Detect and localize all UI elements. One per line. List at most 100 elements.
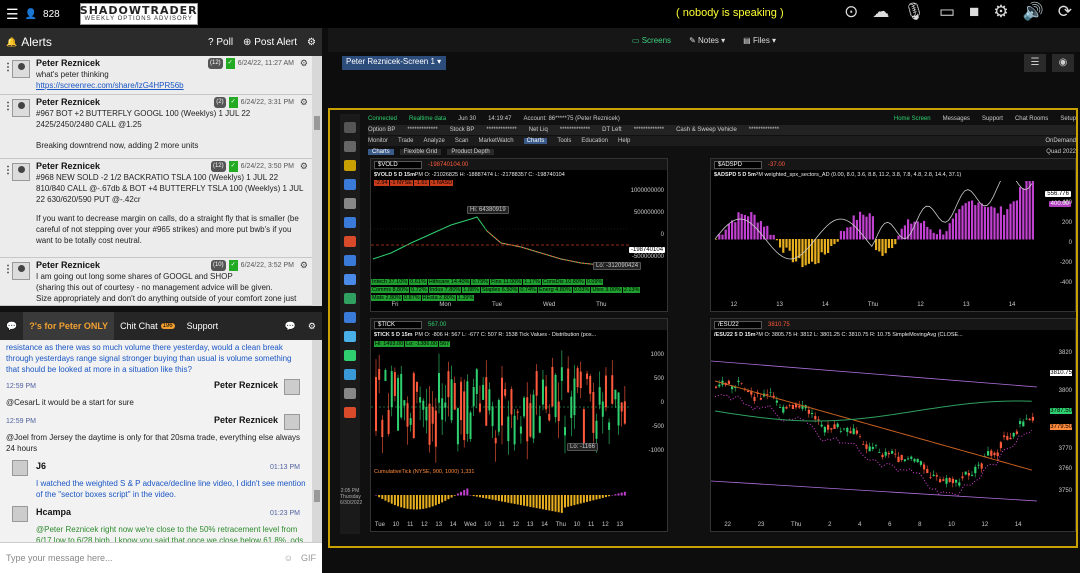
ondemand-button[interactable]: OnDemand: [1045, 138, 1076, 144]
chat-input[interactable]: Type your message here... ☺ GIF: [0, 542, 322, 573]
setup-button[interactable]: Setup: [1060, 116, 1076, 122]
sidebar-icon[interactable]: [344, 122, 356, 133]
chat-messages: resistance as there was so much volume t…: [0, 340, 312, 542]
es-candle: [871, 446, 874, 449]
symbol-input[interactable]: $VOLD: [374, 160, 422, 169]
tab-monitor[interactable]: Monitor: [368, 138, 388, 144]
symbol-input[interactable]: $ADSPD: [714, 160, 762, 169]
refresh-icon[interactable]: ⟳: [1058, 2, 1072, 22]
alert-gear-icon[interactable]: ⚙: [300, 97, 308, 108]
camera-icon[interactable]: ■: [969, 2, 979, 22]
cloud-icon[interactable]: ☁: [872, 2, 889, 22]
sidebar-icon[interactable]: [344, 217, 356, 228]
adspd-bar: [942, 234, 945, 240]
chart-vold[interactable]: $VOLD -198740104.00 D: 6/30/22, 2:15 PM O…: [370, 158, 668, 312]
alert-gear-icon[interactable]: ⚙: [300, 58, 308, 69]
cum-bar: [535, 495, 538, 509]
chat-multi-icon[interactable]: 💬: [279, 312, 302, 340]
chat-rooms-button[interactable]: Chat Rooms: [1015, 116, 1048, 122]
tick-candle: [620, 402, 623, 412]
volume-icon[interactable]: 🔊: [1023, 2, 1044, 22]
sidebar-icon[interactable]: [344, 160, 356, 171]
chart-tick[interactable]: $TICK 567.00 D: 6/30/22, 2:15 PM O: -806 …: [370, 318, 668, 532]
alert-link[interactable]: https://screenrec.com/share/lzG4HPR56b: [36, 80, 306, 91]
subtab-product-depth[interactable]: Product Depth: [447, 149, 494, 155]
sidebar-icon[interactable]: [344, 179, 356, 190]
support-button[interactable]: Support: [982, 116, 1003, 122]
cum-bar: [617, 493, 620, 496]
sidebar-icon[interactable]: [344, 293, 356, 304]
tab-screen[interactable]: Peter Reznicek-Screen 1 ▾: [342, 56, 446, 70]
tick-candle: [384, 369, 387, 381]
alert-gear-icon[interactable]: ⚙: [300, 161, 308, 172]
microphone-icon[interactable]: 🎙: [903, 2, 925, 22]
sidebar-icon[interactable]: [344, 350, 356, 361]
poll-button[interactable]: ? Poll: [208, 37, 233, 48]
chart-adspd[interactable]: $ADSPD -37.00 D: 6/30/22, 2:15 PM weighte…: [710, 158, 1076, 312]
cum-bar: [548, 495, 551, 511]
subtab-charts[interactable]: Charts: [368, 149, 394, 155]
files-button[interactable]: ▤ Files ▾: [743, 36, 776, 45]
gear-icon[interactable]: ⚙: [993, 2, 1008, 22]
emoji-icon[interactable]: ☺: [284, 553, 293, 563]
es-candle: [855, 430, 858, 434]
cum-bar: [623, 491, 626, 496]
es-candle: [919, 461, 922, 465]
notes-button[interactable]: ✎ Notes ▾: [689, 36, 725, 45]
es-candle: [798, 405, 801, 408]
post-alert-button[interactable]: ⊕ Post Alert: [243, 37, 297, 48]
symbol-input[interactable]: $TICK: [374, 320, 422, 329]
screens-button[interactable]: ▭ Screens: [632, 36, 671, 45]
tab-help[interactable]: Help: [618, 138, 630, 144]
gif-button[interactable]: GIF: [301, 553, 316, 563]
subtab-flexible-grid[interactable]: Flexible Grid: [399, 149, 442, 155]
chart-esu22[interactable]: /ESU22 3810.75 D: 6/30/22, 2:15 PM O: 380…: [710, 318, 1076, 532]
tab-trade[interactable]: Trade: [398, 138, 413, 144]
tab-support[interactable]: Support: [181, 312, 225, 340]
sidebar-icon[interactable]: [344, 331, 356, 342]
tab-education[interactable]: Education: [581, 138, 608, 144]
quad-layout[interactable]: Quad 2022: [1046, 149, 1076, 155]
adspd-bar: [747, 216, 750, 240]
es-candle: [961, 476, 964, 479]
adspd-bar: [1031, 181, 1034, 240]
alert-gear-icon[interactable]: ⚙: [300, 260, 308, 271]
home-screen-button[interactable]: Home Screen: [894, 116, 931, 122]
screen-share-icon[interactable]: ▭: [939, 2, 955, 22]
tab-charts[interactable]: Charts: [523, 138, 548, 144]
tab-analyze[interactable]: Analyze: [423, 138, 444, 144]
tick-candle: [582, 409, 585, 443]
tick-candle: [463, 391, 466, 441]
tab-chit-chat[interactable]: Chit Chat 196: [114, 312, 181, 340]
es-candle: [759, 397, 762, 400]
sidebar-icon[interactable]: [344, 369, 356, 380]
clock-icon[interactable]: [344, 198, 356, 209]
es-candle: [785, 406, 788, 409]
alerts-scrollbar[interactable]: [312, 56, 322, 306]
tab-marketwatch[interactable]: MarketWatch: [479, 138, 514, 144]
cum-bar: [501, 495, 503, 502]
tab-scan[interactable]: Scan: [455, 138, 469, 144]
menu-icon[interactable]: ☰: [6, 6, 19, 23]
record-icon[interactable]: ⊙: [844, 2, 858, 22]
camera-snapshot-icon[interactable]: ◉: [1052, 54, 1074, 72]
browser-icon[interactable]: [344, 236, 356, 247]
sidebar-icon[interactable]: [344, 255, 356, 266]
sidebar-icon[interactable]: [344, 388, 356, 399]
sidebar-icon[interactable]: [344, 312, 356, 323]
chat-settings-icon[interactable]: ⚙: [302, 312, 322, 340]
chat-message: 12:59 PM Peter Reznicek @Joel from Jersey…: [6, 414, 301, 453]
tab-questions-for-peter[interactable]: ?'s for Peter ONLY: [23, 312, 115, 340]
search-icon[interactable]: [344, 141, 356, 152]
alerts-settings-icon[interactable]: ⚙: [307, 37, 316, 48]
chat-scrollbar[interactable]: [312, 340, 322, 542]
sidebar-icon[interactable]: [344, 407, 356, 418]
messages-button[interactable]: Messages: [943, 116, 970, 122]
tick-candle: [393, 372, 396, 396]
symbol-input[interactable]: /ESU22: [714, 320, 762, 329]
adspd-bar: [871, 216, 874, 240]
menu-icon[interactable]: ☰: [1024, 54, 1046, 72]
tab-tools[interactable]: Tools: [557, 138, 571, 144]
alert-item: ⋮ Peter Reznicek (2) ✓ 6/24/22, 3:31 PM ⚙ …: [0, 95, 312, 159]
sidebar-icon[interactable]: [344, 274, 356, 285]
